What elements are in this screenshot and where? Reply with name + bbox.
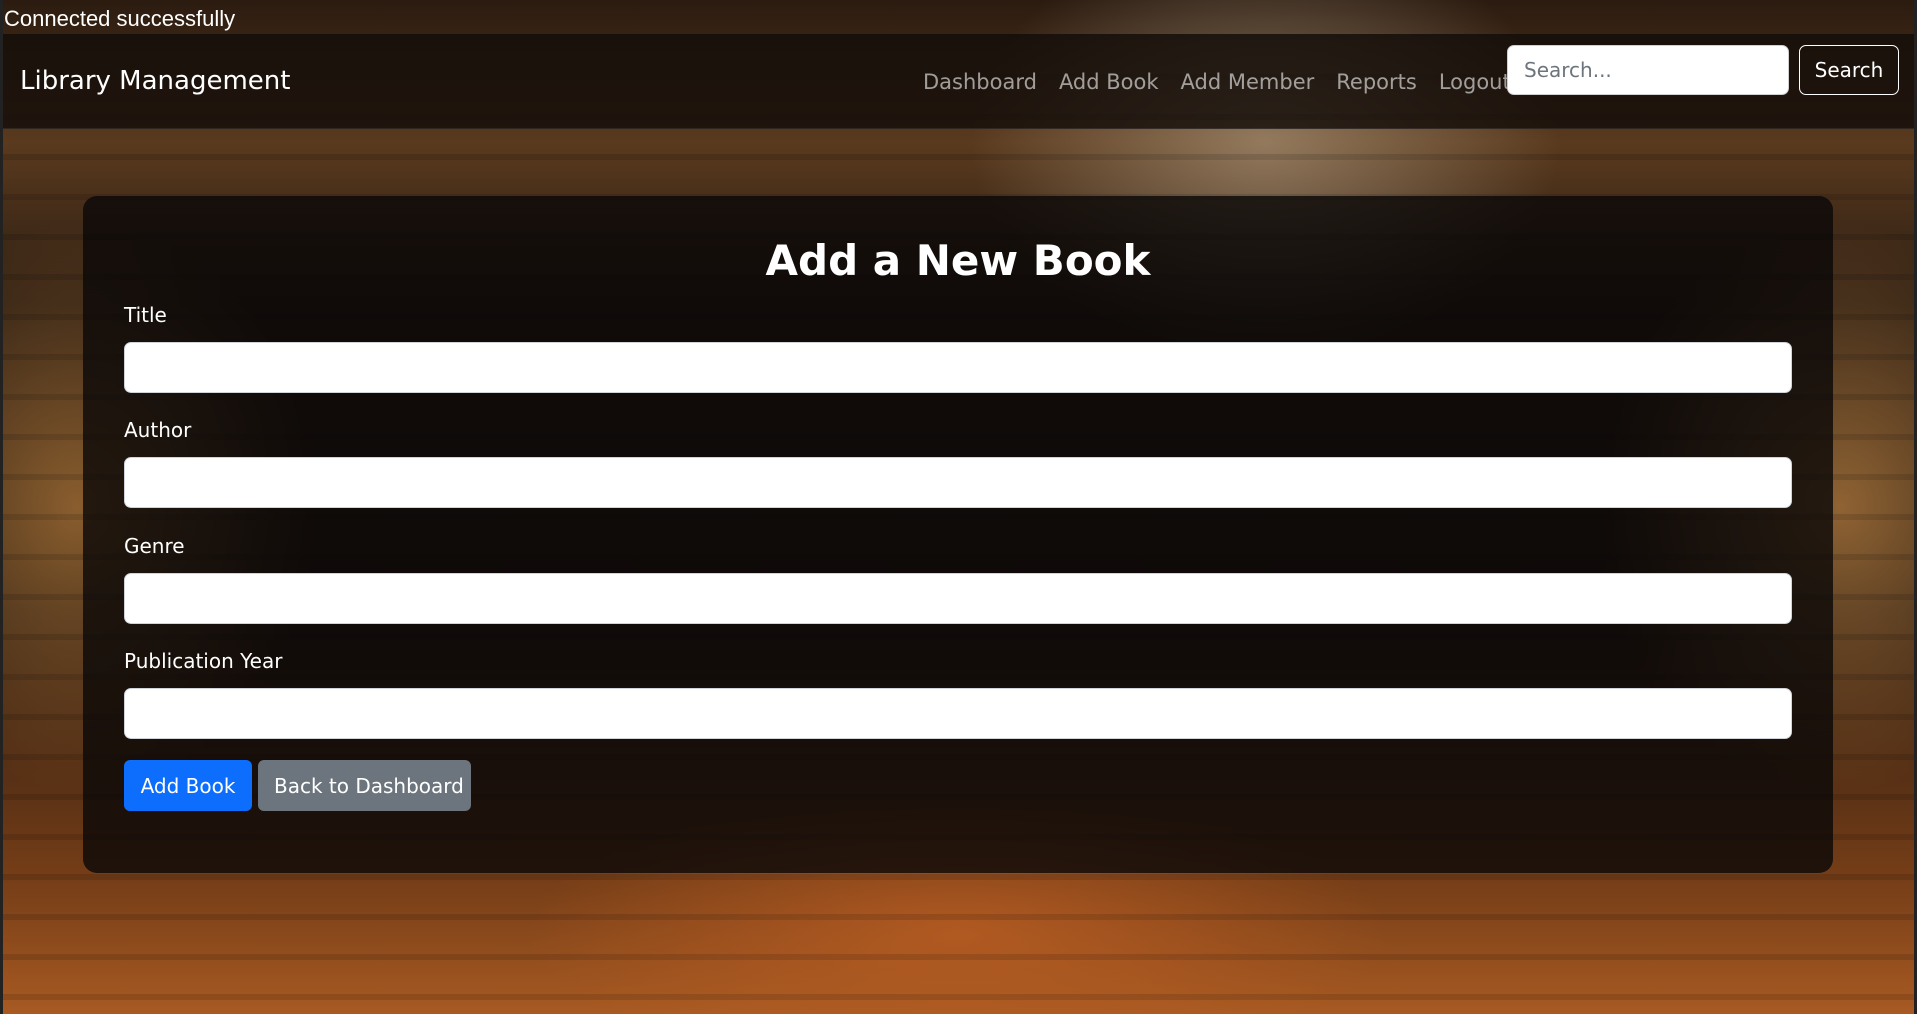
nav-links: Dashboard Add Book Add Member Reports Lo…: [923, 68, 1511, 96]
publication-year-label: Publication Year: [124, 649, 283, 673]
nav-link-dashboard[interactable]: Dashboard: [923, 68, 1037, 96]
nav-link-add-book[interactable]: Add Book: [1059, 68, 1159, 96]
genre-label: Genre: [124, 534, 185, 558]
author-label: Author: [124, 418, 192, 442]
title-field[interactable]: [124, 342, 1792, 393]
add-book-button[interactable]: Add Book: [124, 760, 252, 811]
title-label: Title: [124, 303, 167, 327]
author-field[interactable]: [124, 457, 1792, 508]
search-input[interactable]: [1507, 45, 1789, 95]
nav-link-add-member[interactable]: Add Member: [1181, 68, 1315, 96]
nav-link-logout[interactable]: Logout: [1439, 68, 1511, 96]
connection-status-message: Connected successfully: [4, 6, 236, 31]
publication-year-field[interactable]: [124, 688, 1792, 739]
search-button[interactable]: Search: [1799, 45, 1899, 95]
add-book-form-card: Add a New Book Title Author Genre Public…: [83, 196, 1833, 873]
navbar: Library Management Dashboard Add Book Ad…: [3, 34, 1914, 129]
genre-field[interactable]: [124, 573, 1792, 624]
nav-link-reports[interactable]: Reports: [1336, 68, 1417, 96]
back-to-dashboard-button[interactable]: Back to Dashboard: [258, 760, 471, 811]
page-title: Add a New Book: [765, 236, 1151, 285]
navbar-brand[interactable]: Library Management: [20, 65, 290, 97]
